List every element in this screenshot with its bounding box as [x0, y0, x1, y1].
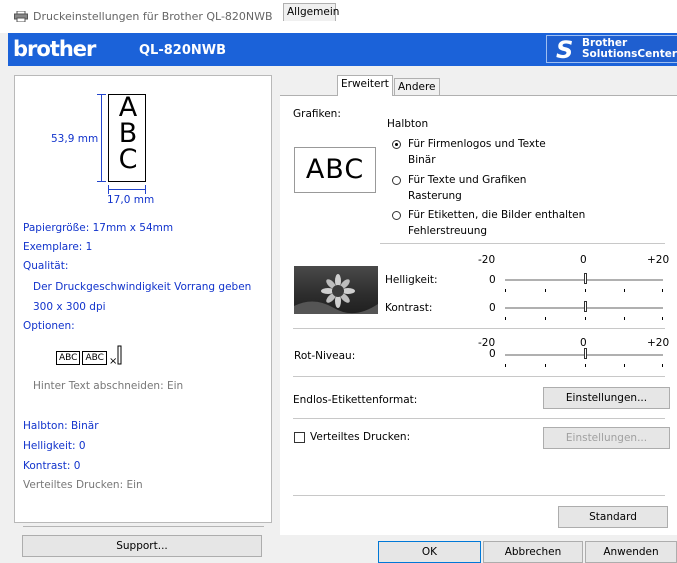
cut-scissors-icon: × — [109, 345, 122, 367]
halftone-dither-sublabel: Rasterung — [408, 190, 462, 202]
scale-max: +20 — [647, 254, 670, 266]
red-level-label: Rot-Niveau: — [294, 350, 356, 362]
halftone-errordiffusion-sublabel: Fehlerstreuung — [408, 225, 488, 237]
endless-settings-button[interactable]: Einstellungen... — [543, 387, 670, 409]
red-level-slider-thumb[interactable] — [584, 348, 587, 359]
halftone-dither-label[interactable]: Für Texte und Grafiken — [408, 174, 526, 186]
halftone-dither-radio[interactable] — [392, 176, 401, 185]
width-label: 17,0 mm — [107, 194, 155, 206]
solutions-line2: SolutionsCenter — [582, 48, 677, 60]
sunflower-image — [294, 274, 378, 314]
scale-mid: 0 — [580, 254, 587, 266]
divider — [380, 243, 665, 244]
distributed-settings-button[interactable]: Einstellungen... — [543, 427, 670, 449]
apply-button[interactable]: Anwenden — [585, 541, 677, 563]
preview-letters: A B C — [118, 92, 138, 175]
divider — [293, 328, 665, 329]
divider — [293, 418, 665, 419]
contrast-slider-thumb[interactable] — [584, 301, 587, 312]
tab-andere[interactable]: Andere — [394, 78, 440, 96]
halftone-summary: Halbton: Binär — [23, 420, 99, 432]
halftone-title: Halbton — [387, 118, 429, 130]
brand-bar: brother QL-820NWB S Brother SolutionsCen… — [8, 33, 677, 66]
ok-button[interactable]: OK — [378, 541, 481, 563]
advanced-tab-content: Grafiken: ABC Halbton Für Firmenlogos un… — [280, 95, 677, 535]
paper-size: Papiergröße: 17mm x 54mm — [23, 222, 174, 234]
divider — [23, 526, 264, 527]
red-scale-max: +20 — [647, 337, 670, 349]
sample-photo — [294, 266, 378, 314]
endless-format-label: Endlos-Etikettenformat: — [293, 394, 418, 406]
distributed-summary: Verteiltes Drucken: Ein — [23, 479, 143, 491]
divider — [293, 495, 665, 496]
standard-button[interactable]: Standard — [558, 506, 668, 528]
contrast-summary: Kontrast: 0 — [23, 460, 81, 472]
height-dimension-tick — [97, 94, 106, 95]
option-abc-1: ABC — [56, 351, 81, 365]
graphics-label: Grafiken: — [293, 108, 341, 120]
option-abc-2: ABC — [82, 351, 107, 365]
s-swoosh-icon: S — [556, 36, 574, 64]
cancel-button[interactable]: Abbrechen — [483, 541, 583, 563]
halftone-errordiffusion-radio[interactable] — [392, 211, 401, 220]
options-label: Optionen: — [23, 320, 75, 332]
halftone-binary-sublabel: Binär — [408, 154, 436, 166]
red-level-value: 0 — [489, 348, 496, 360]
brightness-value: 0 — [489, 274, 496, 286]
graphics-sample: ABC — [294, 147, 376, 193]
label-preview: A B C — [108, 94, 146, 182]
printer-icon — [14, 11, 28, 22]
support-button[interactable]: Support... — [22, 535, 262, 557]
distributed-printing-label[interactable]: Verteiltes Drucken: — [310, 431, 410, 443]
solutions-center-button[interactable]: S Brother SolutionsCenter — [546, 35, 677, 64]
printer-model: QL-820NWB — [139, 43, 226, 58]
settings-summary-panel: 53,9 mm A B C 17,0 mm Papiergröße: 17mm … — [14, 75, 272, 527]
svg-text:×: × — [109, 356, 117, 366]
width-dimension-tick — [145, 185, 146, 194]
dialog-footer: OK Abbrechen Anwenden — [280, 535, 677, 563]
cut-setting: Hinter Text abschneiden: Ein — [33, 380, 184, 392]
height-label: 53,9 mm — [51, 133, 99, 145]
brightness-summary: Helligkeit: 0 — [23, 440, 86, 452]
tab-allgemein[interactable]: Allgemein — [283, 3, 339, 21]
halftone-binary-label[interactable]: Für Firmenlogos und Texte — [408, 138, 546, 150]
tab-erweitert[interactable]: Erweitert — [337, 75, 393, 96]
width-dimension-line — [108, 189, 146, 190]
halftone-errordiffusion-label[interactable]: Für Etiketten, die Bilder enthalten — [408, 209, 585, 221]
brother-logo: brother — [13, 37, 96, 61]
window-title: Druckeinstellungen für Brother QL-820NWB — [33, 10, 273, 23]
contrast-value: 0 — [489, 302, 496, 314]
brightness-slider-thumb[interactable] — [584, 273, 587, 284]
brightness-label: Helligkeit: — [385, 274, 438, 286]
height-dimension-tick — [97, 181, 106, 182]
scale-min: -20 — [478, 254, 496, 266]
distributed-printing-checkbox[interactable] — [294, 432, 305, 443]
cut-option-preview: ABC ABC × — [56, 344, 127, 367]
height-dimension-line — [101, 94, 102, 182]
width-dimension-tick — [108, 185, 109, 194]
quality-value: Der Druckgeschwindigkeit Vorrang geben — [33, 281, 252, 293]
resolution-value: 300 x 300 dpi — [33, 301, 106, 313]
copies: Exemplare: 1 — [23, 241, 93, 253]
halftone-binary-radio[interactable] — [392, 140, 401, 149]
divider — [293, 376, 665, 377]
contrast-label: Kontrast: — [385, 302, 433, 314]
quality-label: Qualität: — [23, 260, 69, 272]
